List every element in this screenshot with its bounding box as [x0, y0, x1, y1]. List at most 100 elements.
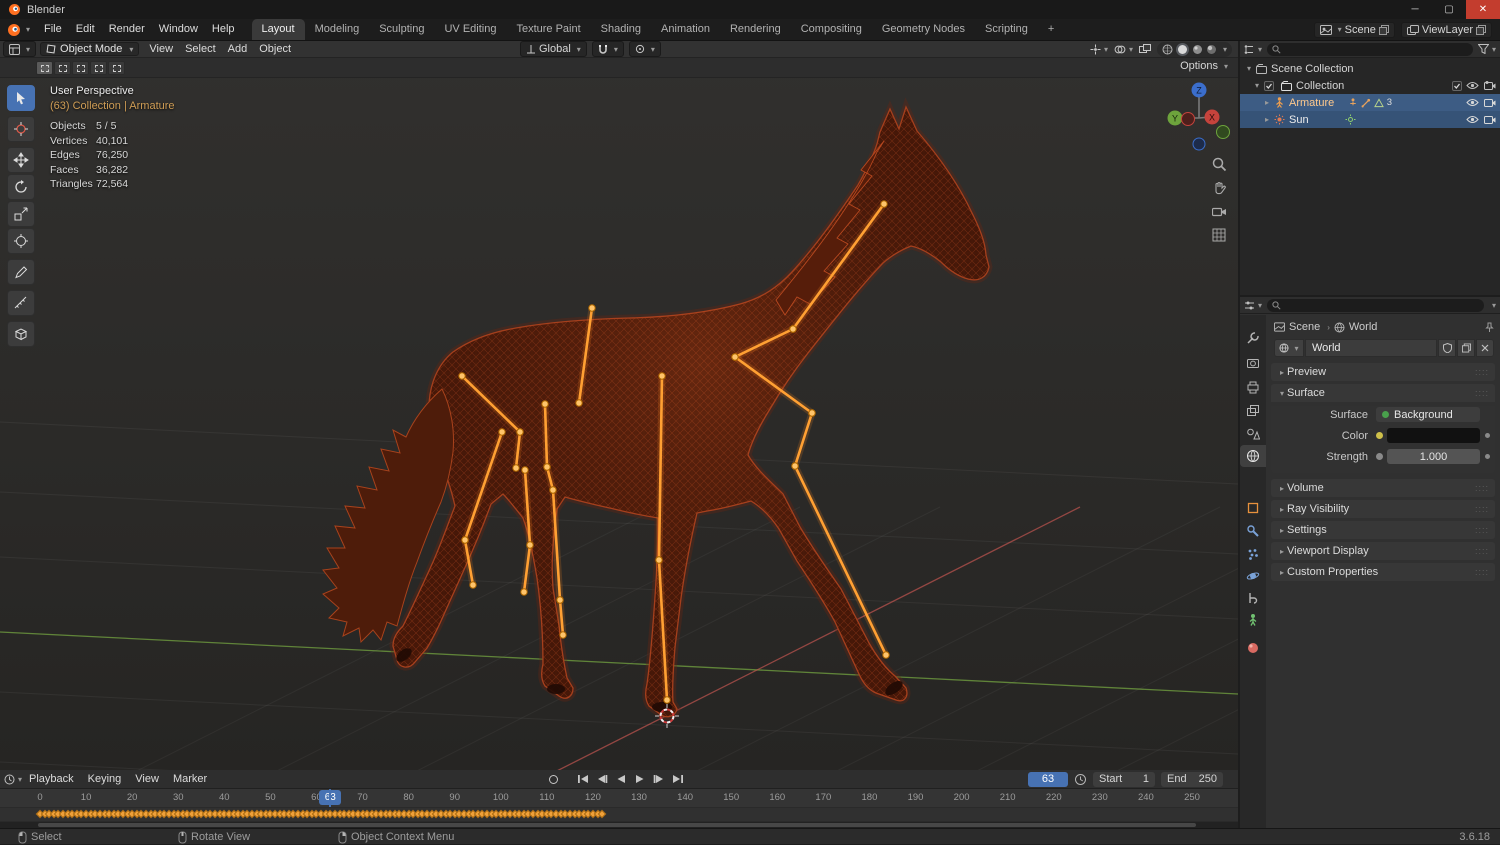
panel-preview[interactable]: ▸ Preview:::: — [1271, 363, 1495, 381]
tool-move[interactable] — [7, 147, 35, 173]
outliner-options-button[interactable]: ▾ — [1492, 45, 1496, 54]
jump-to-end-button[interactable] — [669, 772, 686, 787]
topbar-menu-help[interactable]: Help — [205, 19, 242, 40]
blender-menu-button[interactable]: ▾ — [0, 19, 37, 40]
frame-end-field[interactable]: End 250 — [1161, 771, 1223, 787]
timeline-editor-button[interactable]: ▾ — [4, 774, 22, 785]
horse-wireframe-model[interactable] — [322, 107, 989, 717]
topbar-menu-window[interactable]: Window — [152, 19, 205, 40]
properties-tab-view-layer[interactable] — [1240, 400, 1266, 422]
select-mode-intersect[interactable] — [108, 61, 125, 75]
render-camera-icon[interactable] — [1484, 98, 1496, 107]
workspace-tab-modeling[interactable]: Modeling — [305, 19, 370, 40]
panel-surface[interactable]: ▾ Surface:::: — [1271, 384, 1495, 402]
outliner-row-sun[interactable]: ▸ Sun — [1240, 111, 1500, 128]
ortho-toggle-button[interactable] — [1206, 224, 1232, 246]
fake-user-shield-button[interactable] — [1438, 339, 1456, 357]
properties-tab-tool[interactable] — [1240, 327, 1266, 349]
hide-eye-icon[interactable] — [1466, 115, 1479, 124]
disclosure-icon[interactable]: ▾ — [1244, 64, 1254, 73]
select-mode-invert[interactable] — [90, 61, 107, 75]
strength-keyframe-dot[interactable] — [1485, 454, 1490, 459]
color-swatch[interactable] — [1387, 428, 1480, 443]
select-mode-subtract[interactable] — [72, 61, 89, 75]
tool-add-cube[interactable] — [7, 321, 35, 347]
properties-tab-constraints[interactable] — [1240, 587, 1266, 609]
gizmo-y-neg[interactable] — [1216, 125, 1230, 139]
properties-tab-physics[interactable] — [1240, 565, 1266, 587]
world-name-field[interactable]: World — [1305, 339, 1437, 357]
workspace-tab-rendering[interactable]: Rendering — [720, 19, 791, 40]
panel-ray-visibility[interactable]: ▸ Ray Visibility:::: — [1271, 500, 1495, 518]
panel-settings[interactable]: ▸ Settings:::: — [1271, 521, 1495, 539]
outliner-search-input[interactable] — [1267, 42, 1473, 56]
disclosure-icon[interactable]: ▸ — [1262, 98, 1272, 107]
frame-start-field[interactable]: Start 1 — [1093, 771, 1155, 787]
editor-type-button[interactable]: ▾ — [3, 41, 37, 57]
shading-material-icon[interactable] — [1192, 44, 1203, 55]
workspace-tab-animation[interactable]: Animation — [651, 19, 720, 40]
collection-checkbox[interactable] — [1262, 80, 1276, 91]
workspace-tab-geometry-nodes[interactable]: Geometry Nodes — [872, 19, 975, 40]
disclosure-icon[interactable]: ▸ — [1262, 115, 1272, 124]
panel-custom-properties[interactable]: ▸ Custom Properties:::: — [1271, 563, 1495, 581]
workspace-tab-scripting[interactable]: Scripting — [975, 19, 1038, 40]
maximize-button[interactable]: ▢ — [1432, 0, 1466, 19]
current-frame-field[interactable]: 63 — [1028, 771, 1068, 787]
properties-tab-scene[interactable] — [1240, 423, 1266, 445]
options-dropdown[interactable]: Options ▾ — [1180, 60, 1228, 72]
outliner-row-scene-collection[interactable]: ▾ Scene Collection — [1240, 60, 1500, 77]
navigation-gizmo[interactable]: Z Y X — [1158, 77, 1238, 159]
select-mode-set[interactable] — [36, 61, 53, 75]
outliner-editor-button[interactable]: ▾ — [1244, 44, 1262, 55]
tool-rotate[interactable] — [7, 174, 35, 200]
snap-dropdown[interactable]: ▾ — [591, 41, 624, 57]
zoom-tool[interactable] — [1206, 153, 1232, 175]
strength-slider[interactable]: 1.000 — [1387, 449, 1480, 464]
render-camera-icon[interactable] — [1484, 81, 1496, 90]
pin-icon[interactable] — [1485, 322, 1494, 333]
render-camera-icon[interactable] — [1484, 115, 1496, 124]
timeline-menu-view[interactable]: View — [128, 769, 166, 790]
outliner-filter-button[interactable] — [1477, 44, 1489, 54]
pan-tool[interactable] — [1206, 177, 1232, 199]
properties-editor-button[interactable]: ▾ — [1244, 300, 1262, 311]
proportional-edit-dropdown[interactable]: ▾ — [628, 41, 661, 57]
color-keyframe-dot[interactable] — [1485, 433, 1490, 438]
close-button[interactable]: ✕ — [1466, 0, 1500, 19]
properties-filter-button[interactable]: ▾ — [1492, 301, 1496, 310]
orientation-dropdown[interactable]: Global ▾ — [520, 41, 587, 57]
topbar-menu-edit[interactable]: Edit — [69, 19, 102, 40]
select-mode-extend[interactable] — [54, 61, 71, 75]
workspace-tab-layout[interactable]: Layout — [251, 19, 305, 40]
properties-tab-material[interactable] — [1240, 637, 1266, 659]
timeline-menu-playback[interactable]: Playback — [22, 769, 81, 790]
gizmo-x-neg[interactable] — [1181, 112, 1195, 126]
browse-world-button[interactable]: ▾ — [1274, 339, 1304, 357]
play-reverse-button[interactable] — [612, 772, 629, 787]
tool-annotate[interactable] — [7, 259, 35, 285]
tool-select-box[interactable] — [7, 85, 35, 111]
topbar-menu-file[interactable]: File — [37, 19, 69, 40]
properties-tab-modifiers[interactable] — [1240, 520, 1266, 542]
hide-eye-icon[interactable] — [1466, 81, 1479, 90]
xray-toggle[interactable] — [1138, 43, 1151, 55]
disclosure-icon[interactable]: ▾ — [1252, 81, 1262, 90]
shading-rendered-icon[interactable] — [1206, 44, 1217, 55]
tool-transform[interactable] — [7, 228, 35, 254]
play-button[interactable] — [631, 772, 648, 787]
viewlayer-selector[interactable]: ViewLayer — [1400, 21, 1492, 38]
exclude-checkbox[interactable] — [1452, 80, 1462, 91]
outliner-row-collection[interactable]: ▾ Collection — [1240, 77, 1500, 94]
tool-cursor[interactable] — [7, 116, 35, 142]
shading-solid-active[interactable] — [1175, 42, 1189, 56]
viewport-3d[interactable]: ▾ Object Mode ▾ View Select Add Object Glob… — [0, 41, 1238, 770]
gizmo-z-neg[interactable] — [1192, 137, 1206, 151]
properties-tab-output[interactable] — [1240, 376, 1266, 398]
minimize-button[interactable]: ─ — [1398, 0, 1432, 19]
workspace-tab-compositing[interactable]: Compositing — [791, 19, 872, 40]
viewport-menu-add[interactable]: Add — [222, 41, 254, 57]
panel-volume[interactable]: ▸ Volume:::: — [1271, 479, 1495, 497]
timeline-track[interactable] — [0, 807, 1238, 822]
properties-tab-object[interactable] — [1240, 497, 1266, 519]
